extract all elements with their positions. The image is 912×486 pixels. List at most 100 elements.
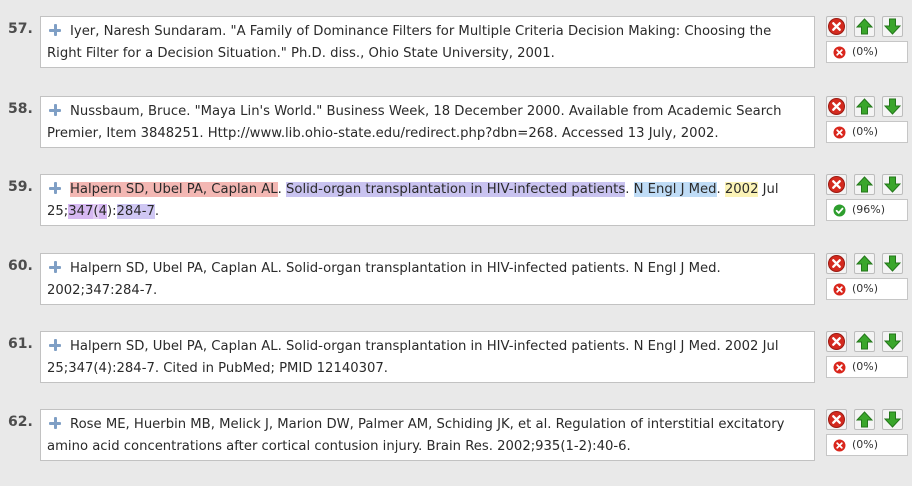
citation-text-box[interactable]: Rose ME, Huerbin MB, Melick J, Marion DW… bbox=[40, 409, 815, 461]
move-up-button[interactable] bbox=[854, 331, 875, 352]
delete-icon bbox=[828, 98, 845, 115]
x-circle-icon bbox=[833, 361, 846, 374]
match-score: (0%) bbox=[826, 41, 908, 63]
plus-icon[interactable] bbox=[49, 417, 61, 429]
citation-text-box[interactable]: Iyer, Naresh Sundaram. "A Family of Domi… bbox=[40, 16, 815, 68]
score-percent: (96%) bbox=[852, 203, 886, 216]
match-score: (0%) bbox=[826, 434, 908, 456]
citation-number: 60. bbox=[8, 258, 33, 274]
citation-controls: (0%) bbox=[826, 16, 908, 68]
move-up-button[interactable] bbox=[854, 174, 875, 195]
arrow-down-icon bbox=[884, 411, 901, 428]
arrow-down-icon bbox=[884, 18, 901, 35]
plus-icon[interactable] bbox=[49, 182, 61, 194]
plus-icon[interactable] bbox=[49, 24, 61, 36]
move-down-button[interactable] bbox=[882, 174, 903, 195]
citation-controls: (0%) bbox=[826, 409, 908, 461]
x-circle-icon bbox=[833, 46, 846, 59]
arrow-up-icon bbox=[856, 18, 873, 35]
volume-segment: 347 bbox=[68, 204, 94, 219]
citation-number: 61. bbox=[8, 336, 33, 352]
x-circle-icon bbox=[833, 283, 846, 296]
citation-controls: (0%) bbox=[826, 253, 908, 305]
citation-row: 57. Iyer, Naresh Sundaram. "A Family of … bbox=[0, 16, 912, 72]
score-percent: (0%) bbox=[852, 282, 879, 295]
move-down-button[interactable] bbox=[882, 96, 903, 117]
match-score: (0%) bbox=[826, 278, 908, 300]
delete-button[interactable] bbox=[826, 174, 847, 195]
separator: . bbox=[154, 204, 160, 219]
separator: . bbox=[716, 182, 725, 197]
citation-text-box[interactable]: Halpern SD, Ubel PA, Caplan AL. Solid-or… bbox=[40, 253, 815, 305]
author-segment: Halpern SD, Ubel PA, Caplan AL bbox=[70, 182, 278, 197]
move-up-button[interactable] bbox=[854, 409, 875, 430]
citation-text-box[interactable]: Halpern SD, Ubel PA, Caplan AL. Solid-or… bbox=[40, 331, 815, 383]
arrow-up-icon bbox=[856, 255, 873, 272]
pages-segment: 284-7 bbox=[116, 204, 155, 219]
move-up-button[interactable] bbox=[854, 96, 875, 117]
citation-row: 60. Halpern SD, Ubel PA, Caplan AL. Soli… bbox=[0, 253, 912, 309]
delete-button[interactable] bbox=[826, 331, 847, 352]
citation-row: 62. Rose ME, Huerbin MB, Melick J, Mario… bbox=[0, 409, 912, 465]
delete-button[interactable] bbox=[826, 96, 847, 117]
score-percent: (0%) bbox=[852, 45, 879, 58]
score-percent: (0%) bbox=[852, 438, 879, 451]
citation-text: Halpern SD, Ubel PA, Caplan AL. Solid-or… bbox=[47, 261, 721, 298]
citation-controls: (96%) bbox=[826, 174, 908, 226]
delete-icon bbox=[828, 333, 845, 350]
arrow-down-icon bbox=[884, 176, 901, 193]
score-percent: (0%) bbox=[852, 125, 879, 138]
year-segment: 2002 bbox=[724, 182, 759, 197]
check-circle-icon bbox=[833, 204, 846, 217]
move-up-button[interactable] bbox=[854, 16, 875, 37]
arrow-down-icon bbox=[884, 333, 901, 350]
delete-button[interactable] bbox=[826, 409, 847, 430]
arrow-up-icon bbox=[856, 333, 873, 350]
move-down-button[interactable] bbox=[882, 253, 903, 274]
separator: . bbox=[625, 182, 634, 197]
citation-row: 61. Halpern SD, Ubel PA, Caplan AL. Soli… bbox=[0, 331, 912, 387]
citation-text: Iyer, Naresh Sundaram. "A Family of Domi… bbox=[47, 24, 772, 61]
plus-icon[interactable] bbox=[49, 261, 61, 273]
match-score: (0%) bbox=[826, 356, 908, 378]
citation-controls: (0%) bbox=[826, 96, 908, 148]
citation-row: 59. Halpern SD, Ubel PA, Caplan AL. Soli… bbox=[0, 174, 912, 230]
arrow-up-icon bbox=[856, 411, 873, 428]
arrow-down-icon bbox=[884, 98, 901, 115]
plus-icon[interactable] bbox=[49, 104, 61, 116]
delete-button[interactable] bbox=[826, 253, 847, 274]
delete-icon bbox=[828, 255, 845, 272]
move-down-button[interactable] bbox=[882, 409, 903, 430]
citation-number: 58. bbox=[8, 101, 33, 117]
citation-number: 59. bbox=[8, 179, 33, 195]
citation-row: 58. Nussbaum, Bruce. "Maya Lin's World."… bbox=[0, 96, 912, 152]
move-down-button[interactable] bbox=[882, 331, 903, 352]
arrow-down-icon bbox=[884, 255, 901, 272]
citation-number: 62. bbox=[8, 414, 33, 430]
separator: ( bbox=[93, 204, 99, 219]
arrow-up-icon bbox=[856, 98, 873, 115]
score-percent: (0%) bbox=[852, 360, 879, 373]
citation-text-box[interactable]: Nussbaum, Bruce. "Maya Lin's World." Bus… bbox=[40, 96, 815, 148]
citation-text: Halpern SD, Ubel PA, Caplan AL. Solid-or… bbox=[47, 339, 779, 376]
journal-segment: N Engl J Med bbox=[633, 182, 717, 197]
match-score: (0%) bbox=[826, 121, 908, 143]
citation-text-box[interactable]: Halpern SD, Ubel PA, Caplan AL. Solid-or… bbox=[40, 174, 815, 226]
move-up-button[interactable] bbox=[854, 253, 875, 274]
separator: ): bbox=[106, 204, 117, 219]
citation-text: Rose ME, Huerbin MB, Melick J, Marion DW… bbox=[47, 417, 785, 454]
delete-button[interactable] bbox=[826, 16, 847, 37]
x-circle-icon bbox=[833, 126, 846, 139]
move-down-button[interactable] bbox=[882, 16, 903, 37]
x-circle-icon bbox=[833, 439, 846, 452]
delete-icon bbox=[828, 18, 845, 35]
issue-segment: 4 bbox=[98, 204, 107, 219]
citation-number: 57. bbox=[8, 21, 33, 37]
plus-icon[interactable] bbox=[49, 339, 61, 351]
separator: . bbox=[277, 182, 287, 197]
match-score: (96%) bbox=[826, 199, 908, 221]
title-segment: Solid-organ transplantation in HIV-infec… bbox=[286, 182, 626, 197]
delete-icon bbox=[828, 176, 845, 193]
citation-text: Nussbaum, Bruce. "Maya Lin's World." Bus… bbox=[47, 104, 782, 141]
citation-controls: (0%) bbox=[826, 331, 908, 383]
